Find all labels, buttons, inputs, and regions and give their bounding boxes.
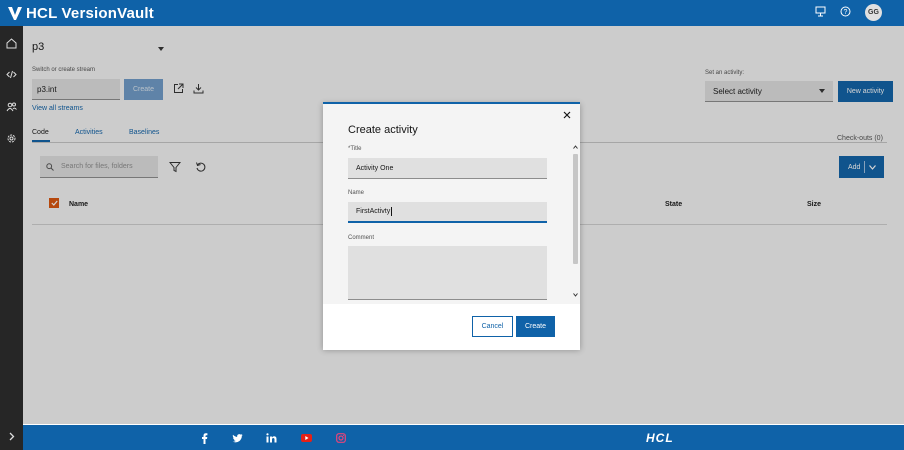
chevron-right-icon[interactable] xyxy=(5,430,18,443)
linkedin-icon[interactable] xyxy=(265,432,277,444)
footer: HCL xyxy=(23,424,904,450)
youtube-icon[interactable] xyxy=(300,432,312,444)
title-field-label: *Title xyxy=(348,146,362,152)
home-icon[interactable] xyxy=(5,37,18,50)
app-title: HCL VersionVault xyxy=(26,4,154,22)
text-caret xyxy=(391,207,393,216)
name-field-label: Name xyxy=(348,190,365,196)
dialog-scrollbar[interactable] xyxy=(572,144,579,300)
close-icon[interactable] xyxy=(563,111,571,121)
users-icon[interactable] xyxy=(5,100,18,113)
create-activity-dialog: Create activity *Title Activity One Name… xyxy=(323,102,580,350)
dialog-title: Create activity xyxy=(348,124,418,136)
left-nav xyxy=(0,26,23,450)
chevron-up-icon[interactable] xyxy=(573,145,578,149)
svg-text:?: ? xyxy=(844,9,848,16)
versionvault-logo-icon xyxy=(8,6,22,20)
name-input-value: FirstActivty xyxy=(356,208,391,215)
cancel-button[interactable]: Cancel xyxy=(472,316,513,337)
user-avatar[interactable]: GG xyxy=(865,4,882,21)
twitter-icon[interactable] xyxy=(231,432,243,444)
title-input[interactable]: Activity One xyxy=(348,158,547,179)
code-icon[interactable] xyxy=(5,68,18,81)
help-icon[interactable]: ? xyxy=(840,6,851,19)
instagram-icon[interactable] xyxy=(335,432,347,444)
create-button[interactable]: Create xyxy=(516,316,555,337)
facebook-icon[interactable] xyxy=(198,432,210,444)
app-logo[interactable]: HCL VersionVault xyxy=(0,5,154,22)
dialog-footer: Cancel Create xyxy=(323,304,580,350)
scrollbar-thumb[interactable] xyxy=(573,154,578,264)
hcl-brand-logo: HCL xyxy=(646,431,674,445)
name-input[interactable]: FirstActivty xyxy=(348,202,547,223)
comment-field-label: Comment xyxy=(348,235,375,241)
top-bar: HCL VersionVault ? GG xyxy=(0,0,904,26)
comment-textarea[interactable] xyxy=(348,246,547,300)
settings-icon[interactable] xyxy=(5,132,18,145)
chevron-down-icon[interactable] xyxy=(573,293,578,297)
monitor-icon[interactable] xyxy=(815,6,826,19)
